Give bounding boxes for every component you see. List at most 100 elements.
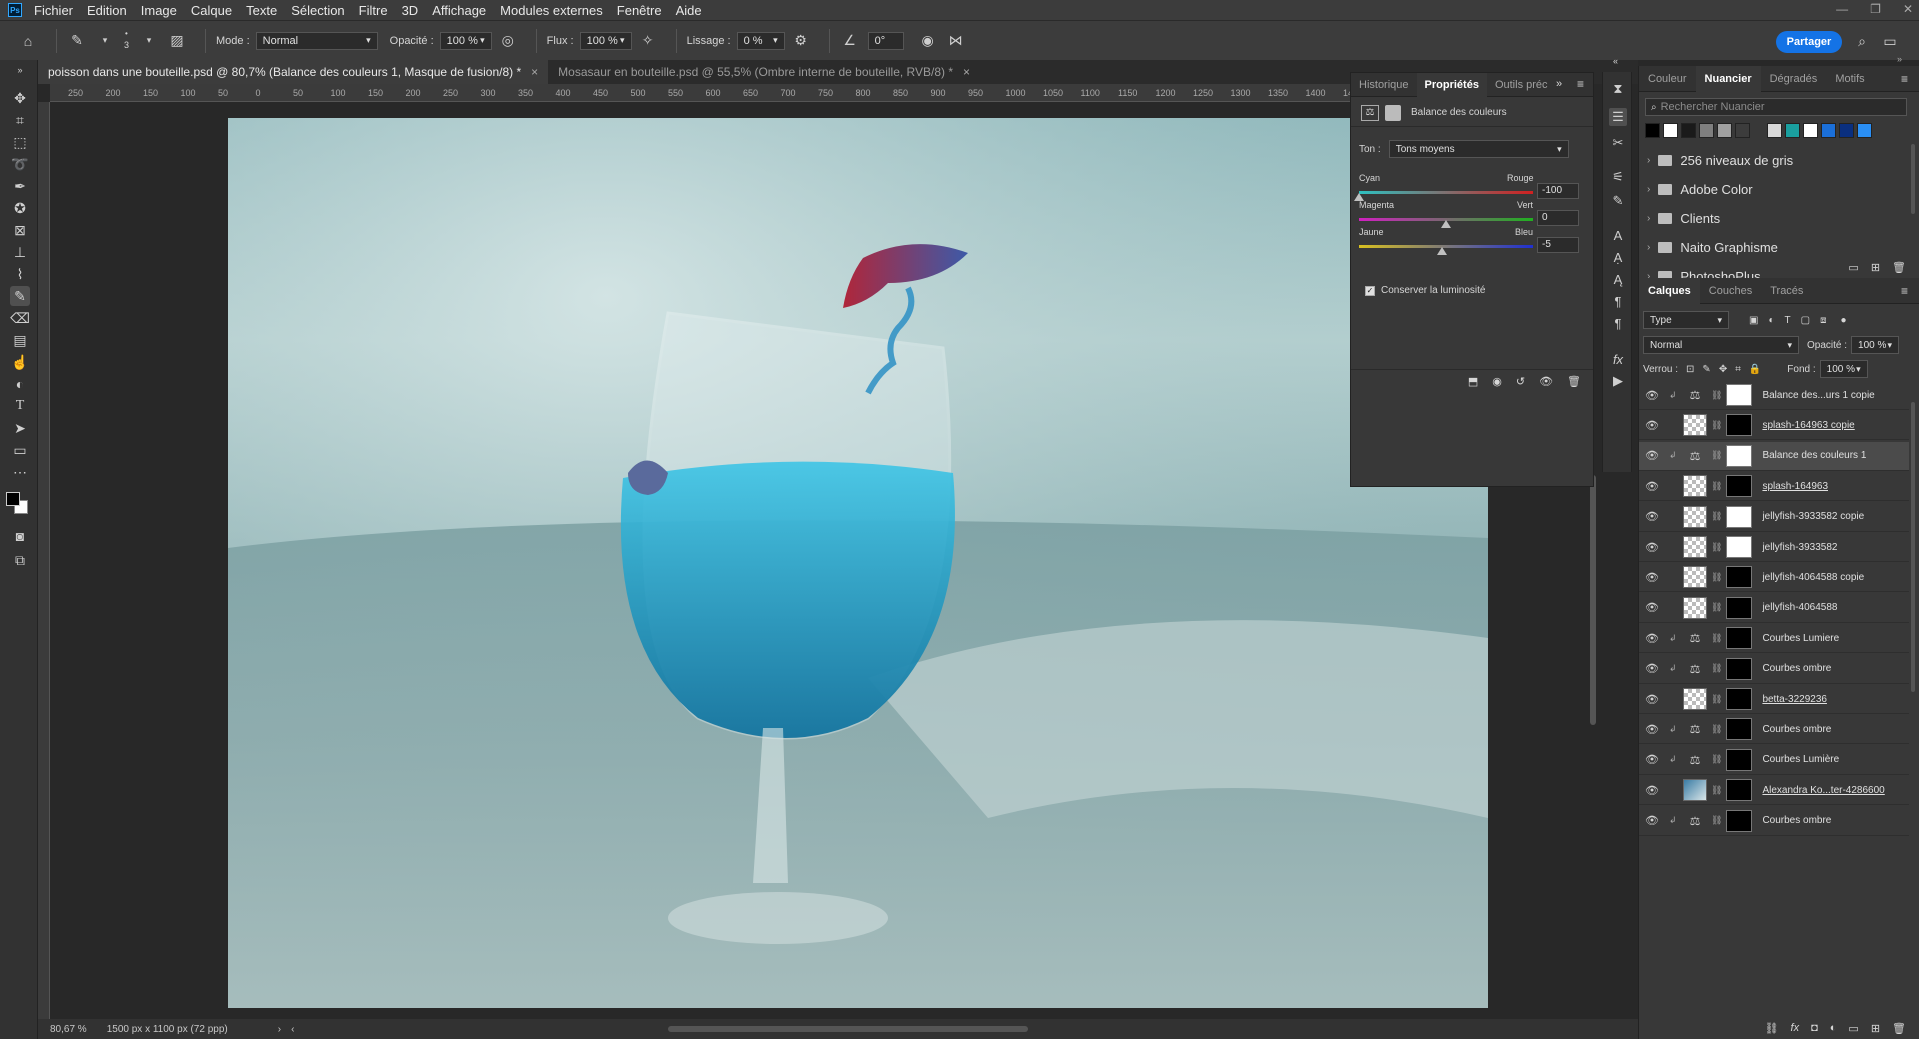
eye-icon[interactable]: 👁: [1645, 510, 1659, 523]
zoom-level[interactable]: 80,67 %: [50, 1024, 87, 1035]
filter-toggle-icon[interactable]: ●: [1840, 315, 1846, 326]
gear-icon[interactable]: ⚙: [791, 31, 811, 51]
menu-item-texte[interactable]: Texte: [246, 3, 277, 18]
vertical-scrollbar[interactable]: [1590, 475, 1596, 725]
screen-mode-icon[interactable]: ⧉: [10, 550, 30, 570]
flux-field[interactable]: 100 % ▾: [579, 31, 632, 50]
filter-type-icon[interactable]: T: [1785, 315, 1791, 326]
document-canvas[interactable]: [228, 118, 1488, 1008]
chain-link-icon[interactable]: ⛓: [1711, 542, 1722, 553]
slider-value-field[interactable]: -5: [1537, 237, 1579, 253]
path-selection-icon[interactable]: ➤: [10, 418, 30, 438]
chain-link-icon[interactable]: ⛓: [1711, 572, 1722, 583]
smudge-tool-icon[interactable]: ☝: [10, 352, 30, 372]
eye-icon[interactable]: 👁: [1645, 753, 1659, 766]
quick-mask-icon[interactable]: ◙: [10, 526, 30, 546]
slider-value-field[interactable]: 0: [1537, 210, 1579, 226]
layer-mask-thumbnail[interactable]: [1726, 657, 1753, 680]
color-swatch[interactable]: [1767, 123, 1782, 138]
more-tools-icon[interactable]: ⋯: [10, 462, 30, 482]
swatch-folder[interactable]: › Adobe Color: [1639, 175, 1909, 204]
frame-tool-icon[interactable]: ⊠: [10, 220, 30, 240]
new-adjustment-icon[interactable]: ◐: [1830, 1022, 1837, 1034]
search-icon[interactable]: ⌕: [1852, 31, 1872, 51]
document-tab[interactable]: poisson dans une bouteille.psd @ 80,7% (…: [38, 60, 549, 84]
view-previous-icon[interactable]: ◉: [1492, 375, 1502, 388]
eye-icon[interactable]: 👁: [1645, 723, 1659, 736]
document-tab[interactable]: Mosasaur en bouteille.psd @ 55,5% (Ombre…: [548, 60, 980, 84]
airbrush-icon[interactable]: ✧: [638, 31, 658, 51]
layer-row[interactable]: 👁 ↲ ⚖ ⛓ Balance des...urs 1 copie: [1639, 381, 1909, 410]
trash-icon[interactable]: 🗑: [1892, 1022, 1906, 1035]
swatch-folder[interactable]: › Clients: [1639, 204, 1909, 233]
filter-pixel-icon[interactable]: ▣: [1749, 315, 1758, 326]
stamp-tool-icon[interactable]: ⊥: [10, 242, 30, 262]
share-button[interactable]: Partager: [1776, 31, 1842, 53]
panel-menu-icon[interactable]: ≡: [1901, 284, 1908, 298]
opacity-field[interactable]: 100 % ▾: [439, 31, 492, 50]
lasso-tool-icon[interactable]: ➰: [10, 154, 30, 174]
marquee-tool-icon[interactable]: ⬚: [10, 132, 30, 152]
menu-item-aide[interactable]: Aide: [676, 3, 702, 18]
restore-icon[interactable]: ❐: [1870, 2, 1881, 16]
chain-link-icon[interactable]: ⛓: [1711, 694, 1722, 705]
lock-position-icon[interactable]: ✥: [1719, 364, 1727, 375]
eye-icon[interactable]: 👁: [1645, 662, 1659, 675]
collapse-icon[interactable]: »: [1897, 54, 1902, 64]
swatch-search[interactable]: ⌕ Rechercher Nuancier: [1645, 98, 1907, 116]
layer-row[interactable]: 👁 ↲ ⚖ ⛓ Courbes ombre: [1639, 715, 1909, 745]
color-swatch[interactable]: [1785, 123, 1800, 138]
paragraph-icon[interactable]: ¶: [1609, 292, 1627, 310]
shape-tool-icon[interactable]: ▭: [10, 440, 30, 460]
chain-link-icon[interactable]: ⛓: [1711, 511, 1722, 522]
layer-row[interactable]: 👁 ⛓ splash-164963 copie: [1639, 411, 1909, 441]
menu-item-modules-externes[interactable]: Modules externes: [500, 3, 603, 18]
lissage-field[interactable]: 0 % ▾: [736, 31, 785, 50]
layers-scrollbar[interactable]: [1911, 402, 1915, 692]
workspace-icon[interactable]: ▭: [1880, 31, 1900, 51]
swatches-tab[interactable]: Couleur: [1639, 66, 1696, 92]
chain-link-icon[interactable]: ⛓: [1711, 754, 1722, 765]
menu-item-image[interactable]: Image: [141, 3, 177, 18]
layer-mask-thumbnail[interactable]: [1726, 384, 1753, 406]
trash-icon[interactable]: 🗑: [1567, 375, 1581, 388]
move-tool-icon[interactable]: ✥: [10, 88, 30, 108]
layer-row[interactable]: 👁 ⛓ betta-3229236: [1639, 685, 1909, 714]
chain-link-icon[interactable]: ⛓: [1711, 602, 1722, 613]
color-swatch[interactable]: [1803, 123, 1818, 138]
preserve-luminosity-checkbox[interactable]: ✓: [1365, 285, 1375, 296]
properties-tab[interactable]: Outils préc: [1487, 73, 1556, 97]
chain-link-icon[interactable]: ⛓: [1711, 390, 1722, 401]
layer-row[interactable]: 👁 ⛓ Alexandra Ko...ter-4286600: [1639, 776, 1909, 806]
filter-shape-icon[interactable]: ▢: [1801, 315, 1810, 326]
layer-filter-select[interactable]: Type ▾: [1643, 311, 1729, 329]
layer-row[interactable]: 👁 ↲ ⚖ ⛓ Courbes ombre: [1639, 807, 1909, 836]
layer-style-icon[interactable]: fx: [1791, 1022, 1800, 1034]
lock-pixels-icon[interactable]: ✎: [1702, 364, 1710, 375]
trash-icon[interactable]: 🗑: [1892, 261, 1906, 274]
brush-settings-icon[interactable]: ⚟: [1609, 168, 1627, 186]
quick-selection-icon[interactable]: ✪: [10, 198, 30, 218]
color-swatch[interactable]: [1857, 123, 1872, 138]
eye-icon[interactable]: 👁: [1645, 541, 1659, 554]
chain-link-icon[interactable]: ⛓: [1711, 815, 1722, 826]
swatches-tab[interactable]: Motifs: [1826, 66, 1873, 92]
layer-mask-thumbnail[interactable]: [1726, 505, 1753, 528]
eye-icon[interactable]: 👁: [1645, 784, 1659, 797]
layer-row[interactable]: 👁 ⛓ jellyfish-3933582: [1639, 533, 1909, 562]
layer-mask-thumbnail[interactable]: [1726, 444, 1753, 467]
layer-row[interactable]: 👁 ⛓ jellyfish-4064588: [1639, 594, 1909, 623]
pressure-size-icon[interactable]: ◉: [918, 31, 938, 51]
pen-tool-icon[interactable]: ✒: [10, 176, 30, 196]
reset-icon[interactable]: ↺: [1516, 375, 1525, 388]
eye-icon[interactable]: 👁: [1645, 449, 1659, 462]
chevron-down-icon[interactable]: ▾: [95, 31, 115, 51]
panel-expand-icon[interactable]: »: [1556, 78, 1562, 90]
mask-toggle-icon[interactable]: [1385, 104, 1401, 121]
collapse-icon[interactable]: «: [1613, 56, 1618, 66]
slider-value-field[interactable]: -100: [1537, 183, 1579, 199]
character-icon[interactable]: A: [1609, 226, 1627, 244]
new-group-icon[interactable]: ▭: [1848, 1022, 1858, 1035]
lock-artboard-icon[interactable]: ⌗: [1735, 364, 1741, 375]
menu-item-calque[interactable]: Calque: [191, 3, 232, 18]
